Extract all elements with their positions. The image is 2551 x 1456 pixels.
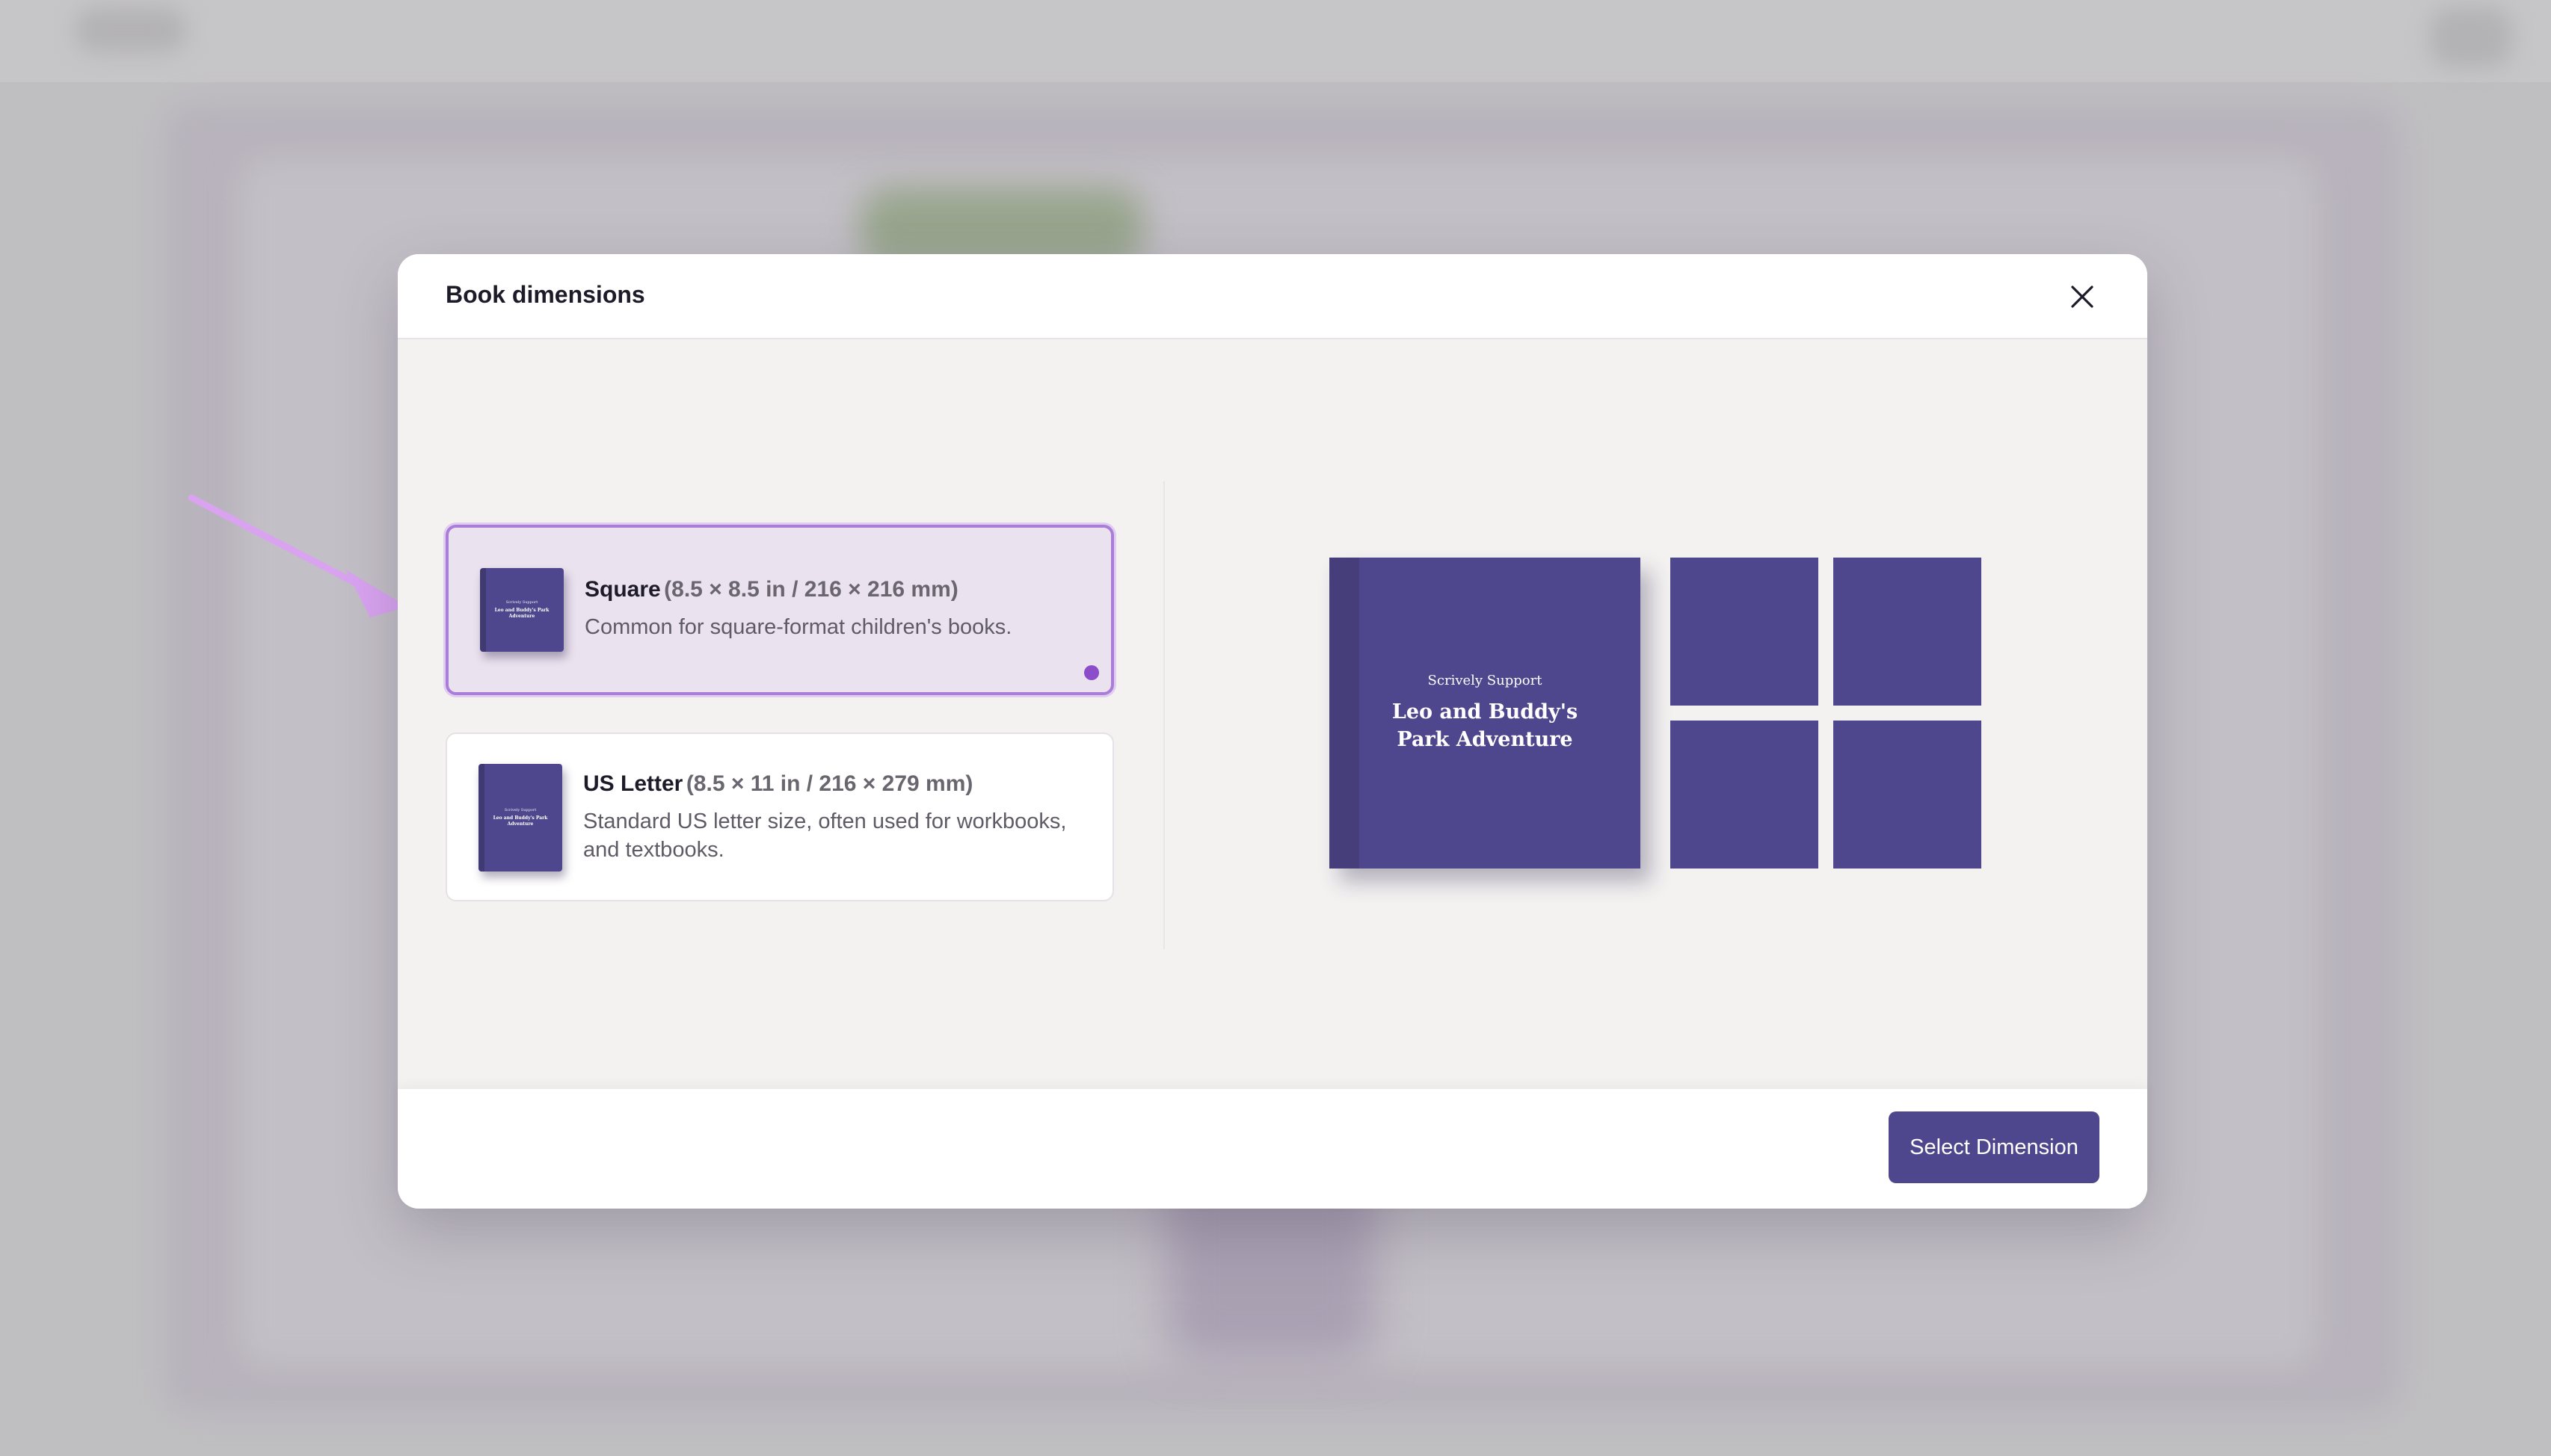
option-description: Standard US letter size, often used for … bbox=[583, 809, 1067, 863]
thumbnail-subtitle: Scrively Support bbox=[505, 600, 538, 605]
dialog-footer: Select Dimension bbox=[398, 1089, 2147, 1209]
dialog-header: Book dimensions bbox=[398, 254, 2147, 339]
thumbnail-subtitle: Scrively Support bbox=[504, 808, 537, 813]
page-preview-tile bbox=[1670, 558, 1818, 706]
panel-divider bbox=[1163, 481, 1165, 949]
option-dimensions: (8.5 × 11 in / 216 × 279 mm) bbox=[686, 771, 973, 796]
page-preview-tile bbox=[1833, 721, 1981, 869]
option-name: US Letter bbox=[583, 771, 683, 796]
thumbnail-title: Leo and Buddy's Park Adventure bbox=[494, 608, 550, 619]
option-text: Square (8.5 × 8.5 in / 216 × 216 mm) Com… bbox=[585, 577, 1089, 641]
square-book-thumbnail: Scrively Support Leo and Buddy's Park Ad… bbox=[480, 568, 564, 652]
option-square[interactable]: Scrively Support Leo and Buddy's Park Ad… bbox=[446, 525, 1114, 695]
option-name: Square bbox=[585, 577, 661, 602]
cover-subtitle: Scrively Support bbox=[1427, 673, 1542, 689]
page-preview-tile bbox=[1833, 558, 1981, 706]
letter-book-thumbnail: Scrively Support Leo and Buddy's Park Ad… bbox=[478, 764, 562, 872]
close-icon bbox=[2071, 286, 2093, 308]
cover-title: Leo and Buddy's Park Adventure bbox=[1391, 700, 1578, 751]
thumbnail-title: Leo and Buddy's Park Adventure bbox=[493, 815, 548, 827]
option-text: US Letter (8.5 × 11 in / 216 × 279 mm) S… bbox=[583, 771, 1090, 865]
background-topbar bbox=[0, 0, 2551, 82]
pointer-arrow-icon bbox=[188, 494, 407, 617]
book-cover-preview: Scrively Support Leo and Buddy's Park Ad… bbox=[1329, 558, 1640, 869]
select-dimension-button[interactable]: Select Dimension bbox=[1889, 1111, 2099, 1183]
close-button[interactable] bbox=[2062, 277, 2102, 317]
dialog-title: Book dimensions bbox=[446, 281, 645, 308]
page-preview-tile bbox=[1670, 721, 1818, 869]
option-us-letter[interactable]: Scrively Support Leo and Buddy's Park Ad… bbox=[446, 732, 1114, 901]
background-logo bbox=[75, 7, 187, 52]
option-description: Common for square-format children's book… bbox=[585, 615, 1012, 639]
option-dimensions: (8.5 × 8.5 in / 216 × 216 mm) bbox=[664, 577, 958, 602]
background-avatar bbox=[2430, 7, 2512, 67]
selected-indicator-icon bbox=[1084, 665, 1099, 680]
